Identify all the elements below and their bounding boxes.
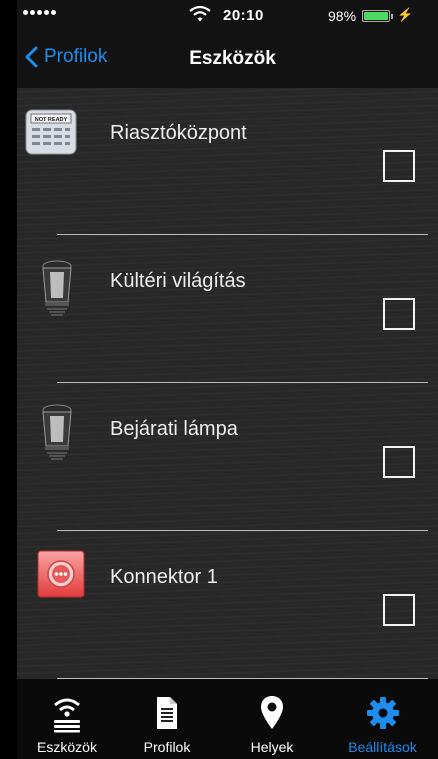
device-label: Riasztóközpont: [110, 122, 247, 144]
navigation-bar: Profilok Eszközök: [17, 30, 438, 88]
tab-label: Helyek: [250, 739, 294, 755]
signal-strength-icon: [23, 10, 56, 15]
gear-icon: [366, 697, 399, 729]
device-label: Kültéri világítás: [110, 270, 246, 292]
status-bar: 20:10 98% ⚡: [17, 0, 438, 30]
device-checkbox[interactable]: [383, 298, 415, 330]
tab-bar: Eszközök Profilok Helyek Beállítások: [17, 679, 438, 759]
tab-label: Eszközök: [37, 739, 97, 755]
tab-label: Beállítások: [348, 739, 417, 755]
status-time: 20:10: [223, 7, 264, 24]
device-checkbox[interactable]: [383, 594, 415, 626]
device-label: Konnektor 1: [110, 566, 218, 588]
device-checkbox[interactable]: [383, 150, 415, 182]
document-icon: [157, 697, 177, 729]
list-item-socket: Konnektor 1: [17, 532, 438, 680]
location-pin-icon: [261, 696, 283, 729]
tab-places[interactable]: Helyek: [217, 679, 327, 759]
wifi-devices-icon: [54, 698, 80, 733]
list-item-entrance-lamp: Bejárati lámpa: [17, 384, 438, 532]
row-divider: [57, 234, 428, 235]
battery-icon: [362, 10, 390, 22]
row-divider: [57, 382, 428, 383]
outdoor-lamp-icon: [42, 260, 72, 316]
battery-tip: [391, 14, 393, 19]
tab-settings[interactable]: Beállítások: [327, 679, 438, 759]
svg-text:NOT READY: NOT READY: [35, 117, 68, 123]
page-title: Eszközök: [189, 48, 276, 69]
charging-bolt-icon: ⚡: [397, 7, 414, 22]
tab-profiles[interactable]: Profilok: [117, 679, 217, 759]
row-divider: [57, 530, 428, 531]
outdoor-lamp-icon: [42, 404, 72, 460]
app-screen: 20:10 98% ⚡ Profilok Eszközök NOT READY: [17, 0, 438, 759]
list-item-outdoor-light: Kültéri világítás: [17, 236, 438, 384]
battery-level-fill: [364, 12, 388, 20]
device-list: NOT READY Riasztóközpont Kültéri világít…: [17, 88, 438, 679]
device-label: Bejárati lámpa: [110, 418, 238, 440]
power-socket-icon: [37, 550, 85, 598]
tab-label: Profilok: [143, 739, 191, 755]
list-item-alarm-center: NOT READY Riasztóközpont: [17, 88, 438, 236]
wifi-icon: [189, 5, 211, 22]
alarm-keypad-icon: NOT READY: [25, 109, 77, 155]
device-checkbox[interactable]: [383, 446, 415, 478]
tab-devices[interactable]: Eszközök: [17, 679, 117, 759]
battery-percentage: 98%: [328, 8, 357, 24]
